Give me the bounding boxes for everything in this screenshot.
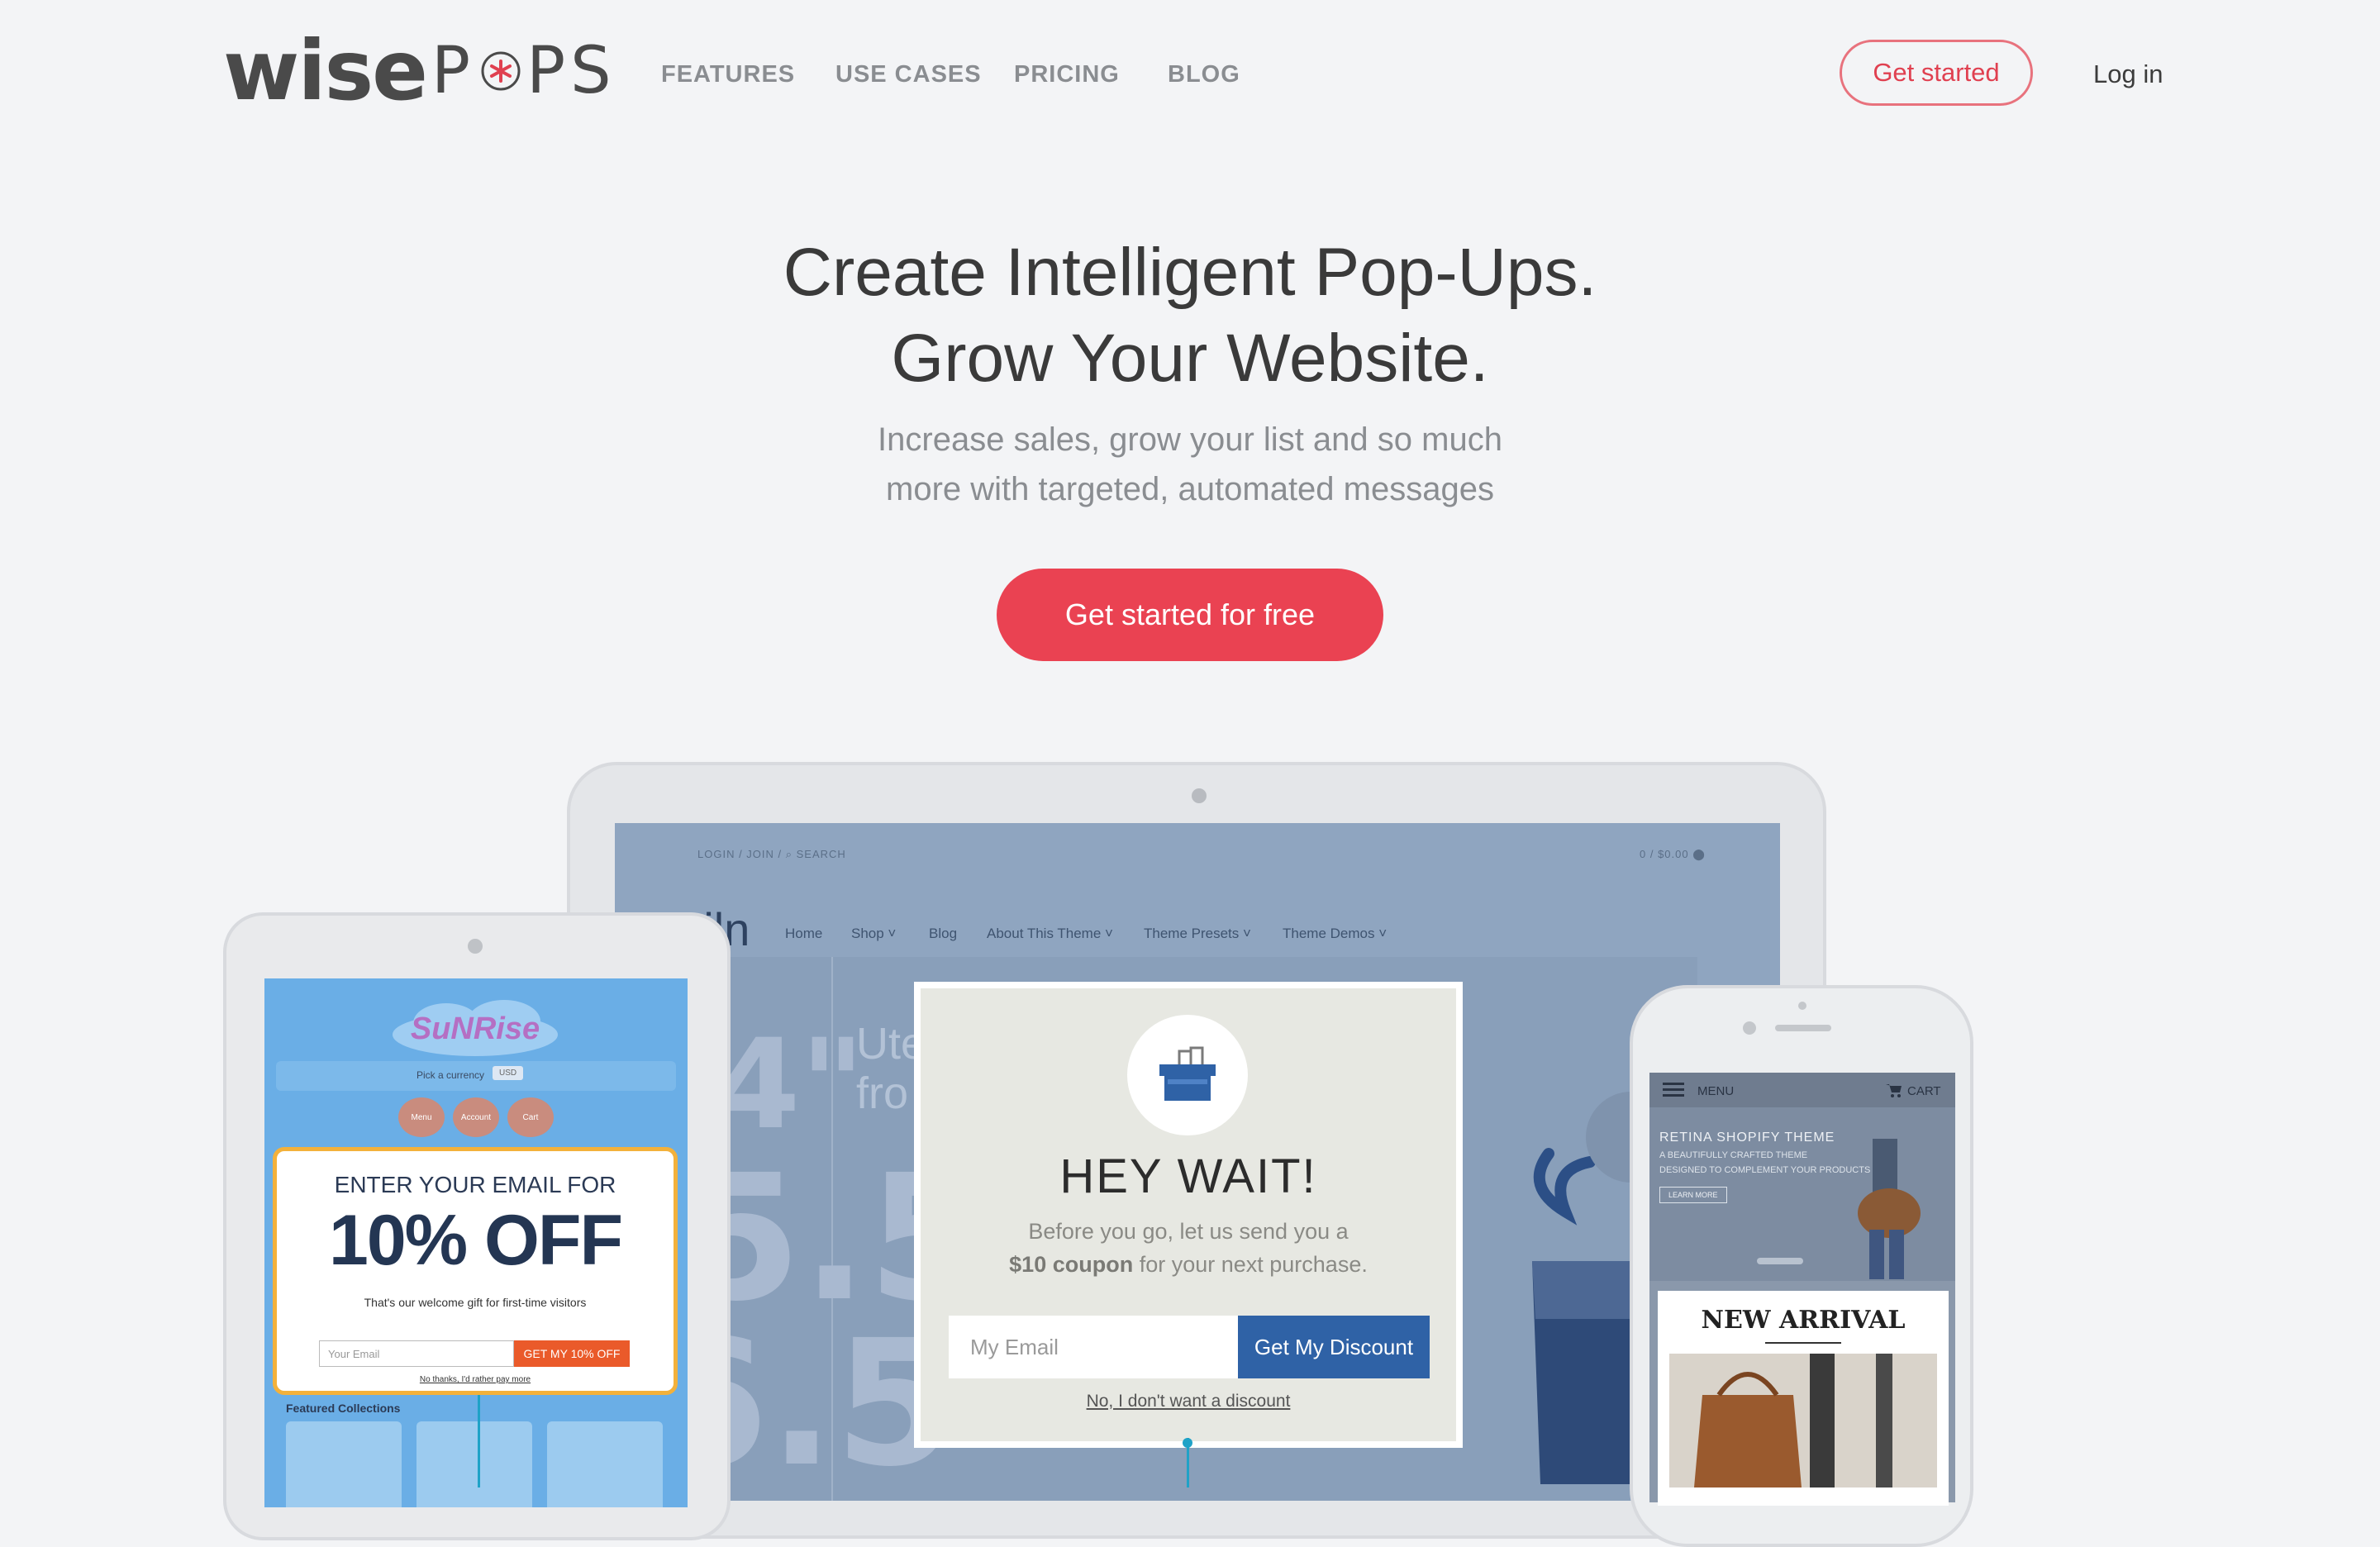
tablet-email-input[interactable]: Your Email bbox=[319, 1340, 514, 1367]
phone-product-image bbox=[1669, 1354, 1937, 1488]
tablet-product-tile-1 bbox=[286, 1421, 402, 1507]
laptop-site-nav-blog: Blog bbox=[929, 926, 958, 941]
tablet-product-tile-3 bbox=[547, 1421, 663, 1507]
laptop-site-cart: 0 / $0.00 ⬤ bbox=[1640, 848, 1706, 860]
popup-coupon-amount: $10 coupon bbox=[1009, 1252, 1134, 1277]
get-started-button[interactable]: Get started bbox=[1840, 40, 2033, 106]
hamburger-icon[interactable] bbox=[1663, 1083, 1684, 1097]
tablet-connector-line bbox=[478, 1395, 480, 1488]
laptop-site-nav-presets: Theme Presets ˅ bbox=[1144, 926, 1251, 941]
tablet-featured-label: Featured Collections bbox=[286, 1402, 401, 1415]
logo-pops-text: P PS bbox=[431, 39, 616, 103]
hero-subtitle: Increase sales, grow your list and so mu… bbox=[0, 415, 2380, 514]
laptop-site-nav-about: About This Theme ˅ bbox=[987, 926, 1113, 941]
logo-flower-icon bbox=[481, 51, 521, 91]
popup-message-line-2-rest: for your next purchase. bbox=[1133, 1252, 1368, 1277]
hero-title-line-2: Grow Your Website. bbox=[891, 321, 1489, 396]
tablet-pill-account[interactable]: Account bbox=[453, 1097, 499, 1137]
popup-email-input[interactable]: My Email bbox=[949, 1316, 1238, 1378]
get-started-free-button[interactable]: Get started for free bbox=[997, 569, 1383, 661]
popup-message-line-2: $10 coupon for your next purchase. bbox=[914, 1248, 1463, 1281]
logo-pops-p: P bbox=[431, 34, 476, 108]
tablet-pill-menu[interactable]: Menu bbox=[398, 1097, 445, 1137]
tablet-decline-link[interactable]: No thanks, I'd rather pay more bbox=[273, 1375, 678, 1384]
login-link[interactable]: Log in bbox=[2093, 60, 2163, 89]
logo-wise-text: wise bbox=[223, 22, 428, 119]
tablet-camera bbox=[468, 939, 483, 954]
connector-dot bbox=[1183, 1438, 1192, 1448]
tablet-get-discount-button[interactable]: GET MY 10% OFF bbox=[514, 1340, 630, 1367]
laptop-site-nav-demos: Theme Demos ˅ bbox=[1283, 926, 1388, 941]
nav-blog[interactable]: BLOG bbox=[1168, 61, 1240, 88]
tablet-popup-line-1: ENTER YOUR EMAIL FOR bbox=[334, 1172, 616, 1197]
phone-menu-label[interactable]: MENU bbox=[1697, 1084, 1734, 1098]
laptop-site-nav-shop: Shop ˅ bbox=[851, 926, 897, 941]
phone-hero-person bbox=[1858, 1139, 1921, 1279]
leather-bag-illustration bbox=[1669, 1354, 1937, 1488]
wisepops-logo[interactable]: wise P PS bbox=[223, 30, 616, 112]
tablet-currency-select[interactable]: USD bbox=[493, 1066, 524, 1080]
hero-title-line-1: Create Intelligent Pop-Ups. bbox=[783, 235, 1597, 310]
phone-hero-sub-2: DESIGNED TO COMPLEMENT YOUR PRODUCTS bbox=[1659, 1165, 1871, 1175]
nav-pricing[interactable]: PRICING bbox=[1014, 61, 1120, 88]
decline-discount-link[interactable]: No, I don't want a discount bbox=[914, 1392, 1463, 1411]
phone-camera bbox=[1743, 1021, 1756, 1035]
phone-hero-title: RETINA SHOPIFY THEME bbox=[1659, 1130, 1835, 1145]
laptop-camera bbox=[1192, 788, 1207, 803]
phone-hero-sub-1: A BEAUTIFULLY CRAFTED THEME bbox=[1659, 1150, 1808, 1160]
tablet-product-tile-2 bbox=[416, 1421, 532, 1507]
new-arrival-heading: NEW ARRIVAL bbox=[1701, 1306, 1906, 1335]
tablet-popup-offer: 10% OFF bbox=[329, 1201, 623, 1280]
nav-features[interactable]: FEATURES bbox=[661, 61, 795, 88]
hero-title: Create Intelligent Pop-Ups. Grow Your We… bbox=[0, 230, 2380, 402]
popup-title: HEY WAIT! bbox=[1059, 1150, 1317, 1203]
hero-subtitle-line-1: Increase sales, grow your list and so mu… bbox=[878, 421, 1502, 458]
tablet-currency-label: Pick a currency bbox=[416, 1069, 485, 1081]
phone-learn-more-button[interactable]: LEARN MORE bbox=[1659, 1187, 1727, 1203]
gift-box-icon bbox=[1159, 1046, 1216, 1101]
tablet-pill-cart[interactable]: Cart bbox=[507, 1097, 554, 1137]
sunrise-logo: SuNRise bbox=[388, 995, 562, 1061]
phone-speaker bbox=[1775, 1025, 1831, 1031]
laptop-site-deco-number-1: 4" bbox=[714, 1013, 865, 1157]
popup-message-line-1: Before you go, let us send you a bbox=[1028, 1219, 1349, 1244]
sunrise-logo-text: SuNRise bbox=[410, 1011, 540, 1046]
popup-icon-circle bbox=[1127, 1015, 1248, 1135]
popup-message: Before you go, let us send you a $10 cou… bbox=[914, 1215, 1463, 1281]
hero-subtitle-line-2: more with targeted, automated messages bbox=[886, 471, 1494, 507]
phone-topbar: MENU CART bbox=[1649, 1073, 1955, 1107]
logo-pops-ps: PS bbox=[526, 34, 616, 108]
cart-icon[interactable] bbox=[1886, 1083, 1902, 1097]
phone-sensor bbox=[1798, 1002, 1806, 1010]
get-my-discount-button[interactable]: Get My Discount bbox=[1238, 1316, 1430, 1378]
tablet-popup-subtext: That's our welcome gift for first-time v… bbox=[364, 1296, 587, 1309]
phone-cart-label[interactable]: CART bbox=[1907, 1084, 1941, 1098]
laptop-site-top-links: LOGIN / JOIN / ⌕ SEARCH bbox=[697, 848, 846, 860]
nav-use-cases[interactable]: USE CASES bbox=[835, 61, 982, 88]
laptop-site-bg-text-2: fro bbox=[856, 1069, 909, 1118]
phone-slider-dots bbox=[1757, 1258, 1803, 1264]
new-arrival-underline bbox=[1765, 1342, 1841, 1344]
laptop-site-nav-home: Home bbox=[785, 926, 823, 941]
